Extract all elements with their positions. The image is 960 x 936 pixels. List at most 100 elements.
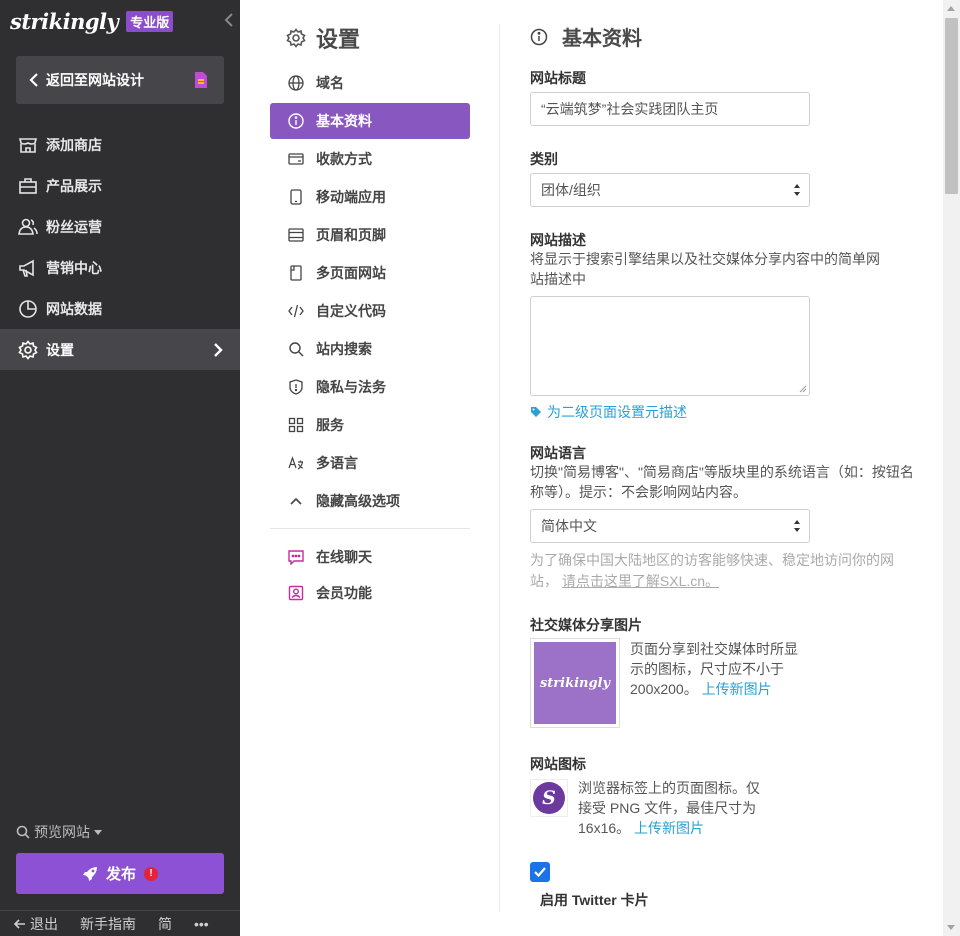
pages-icon bbox=[290, 265, 302, 281]
menu-item-label: 服务 bbox=[316, 417, 344, 433]
logout-label: 退出 bbox=[30, 915, 58, 932]
favicon-help: 浏览器标签上的页面图标。仅接受 PNG 文件，最佳尺寸为 16x16。 上传新图… bbox=[578, 778, 763, 838]
more-menu-button[interactable]: ••• bbox=[194, 916, 209, 932]
sxl-link[interactable]: 请点击这里了解SXL.cn。 bbox=[562, 573, 719, 589]
select-arrows-icon bbox=[794, 184, 800, 196]
column-divider bbox=[499, 24, 500, 912]
publish-button[interactable]: 发布 ! bbox=[16, 853, 224, 894]
menu-item-label: 移动端应用 bbox=[316, 189, 386, 205]
scrollbar-thumb[interactable] bbox=[945, 18, 958, 194]
language-select[interactable]: 简体中文 bbox=[530, 509, 810, 543]
menu-item-mobile-app[interactable]: 移动端应用 bbox=[270, 178, 470, 216]
translate-icon bbox=[288, 456, 304, 470]
sidebar-item-analytics[interactable]: 网站数据 bbox=[0, 288, 240, 329]
checkmark-icon bbox=[534, 867, 546, 878]
sidebar-item-marketing[interactable]: 营销中心 bbox=[0, 247, 240, 288]
scroll-down-icon[interactable] bbox=[947, 925, 955, 930]
wallet-icon bbox=[288, 153, 304, 165]
menu-item-label: 多语言 bbox=[316, 455, 358, 471]
menu-item-label: 收款方式 bbox=[316, 151, 372, 167]
chevron-up-icon bbox=[290, 497, 302, 505]
info-icon bbox=[530, 28, 548, 45]
rocket-icon bbox=[82, 866, 97, 881]
menu-item-services[interactable]: 服务 bbox=[270, 406, 470, 444]
favicon-upload-link[interactable]: 上传新图片 bbox=[634, 820, 704, 836]
twitter-card-checkbox[interactable] bbox=[530, 862, 550, 882]
menu-item-hide-advanced[interactable]: 隐藏高级选项 bbox=[270, 482, 470, 520]
gear-icon bbox=[18, 339, 38, 360]
menu-item-membership[interactable]: 会员功能 bbox=[270, 575, 470, 611]
strikingly-logo[interactable]: strikingly bbox=[10, 9, 119, 34]
scroll-up-icon[interactable] bbox=[947, 6, 955, 11]
page-scrollbar[interactable] bbox=[943, 0, 960, 936]
sidebar-footer: 退出 新手指南 简 ••• bbox=[0, 910, 240, 936]
language-value: 简体中文 bbox=[541, 518, 597, 534]
menu-item-label: 站内搜索 bbox=[316, 341, 372, 357]
sidebar-item-settings[interactable]: 设置 bbox=[0, 329, 240, 370]
site-title-value: “云端筑梦”社会实践团队主页 bbox=[541, 101, 719, 117]
sidebar-item-label: 网站数据 bbox=[46, 300, 102, 317]
subpage-meta-link[interactable]: 为二级页面设置元描述 bbox=[530, 402, 687, 422]
menu-item-custom-code[interactable]: 自定义代码 bbox=[270, 292, 470, 330]
menu-divider bbox=[270, 528, 470, 529]
category-value: 团体/组织 bbox=[541, 182, 601, 198]
menu-item-header-footer[interactable]: 页眉和页脚 bbox=[270, 216, 470, 254]
logout-link[interactable]: 退出 bbox=[14, 914, 58, 934]
site-title-input[interactable]: “云端筑梦”社会实践团队主页 bbox=[530, 92, 810, 126]
menu-item-live-chat[interactable]: 在线聊天 bbox=[270, 539, 470, 575]
description-label: 网站描述 bbox=[530, 232, 586, 248]
chevron-right-icon bbox=[214, 342, 223, 357]
guide-link[interactable]: 新手指南 bbox=[80, 914, 136, 934]
users-icon bbox=[18, 218, 38, 235]
grid-icon bbox=[288, 417, 304, 433]
collapse-sidebar-icon[interactable] bbox=[222, 12, 236, 28]
preview-site-label: 预览网站 bbox=[34, 824, 90, 840]
menu-item-label: 自定义代码 bbox=[316, 303, 386, 319]
megaphone-icon bbox=[19, 259, 34, 277]
back-to-design-button[interactable]: 返回至网站设计 bbox=[16, 56, 224, 104]
gear-icon bbox=[286, 28, 306, 48]
select-arrows-icon bbox=[794, 520, 800, 532]
preview-site-dropdown[interactable]: 预览网站 bbox=[16, 822, 102, 842]
menu-item-label: 域名 bbox=[316, 75, 344, 91]
favicon-label: 网站图标 bbox=[530, 756, 586, 772]
menu-item-payment[interactable]: 收款方式 bbox=[270, 140, 470, 178]
tag-icon bbox=[531, 407, 541, 417]
menu-item-label: 隐藏高级选项 bbox=[316, 493, 400, 509]
sidebar-item-products[interactable]: 产品展示 bbox=[0, 165, 240, 206]
language-label: 网站语言 bbox=[530, 445, 586, 461]
menu-item-site-search[interactable]: 站内搜索 bbox=[270, 330, 470, 368]
category-select[interactable]: 团体/组织 bbox=[530, 173, 810, 207]
document-icon bbox=[195, 72, 207, 88]
publish-label: 发布 bbox=[105, 866, 136, 883]
social-upload-link[interactable]: 上传新图片 bbox=[702, 681, 772, 697]
sidebar-item-label: 粉丝运营 bbox=[46, 218, 102, 235]
site-title-label: 网站标题 bbox=[530, 70, 586, 86]
menu-item-label: 多页面网站 bbox=[316, 265, 386, 281]
shield-icon bbox=[289, 379, 303, 395]
social-image-thumbnail[interactable]: strikingly bbox=[530, 638, 620, 728]
sidebar-item-store[interactable]: 添加商店 bbox=[0, 124, 240, 165]
menu-item-domain[interactable]: 域名 bbox=[270, 64, 470, 102]
search-icon bbox=[289, 342, 304, 357]
code-icon bbox=[288, 304, 304, 318]
page-title: 基本资料 bbox=[562, 28, 642, 50]
menu-item-basic-info[interactable]: 基本资料 bbox=[270, 103, 470, 139]
menu-item-privacy-legal[interactable]: 隐私与法务 bbox=[270, 368, 470, 406]
description-help: 将显示于搜索引擎结果以及社交媒体分享内容中的简单网站描述中 bbox=[530, 251, 880, 287]
settings-menu: 域名 基本资料 收款方式 移动端应用 页眉和页脚 多页面网站 自定义代码 站内搜… bbox=[270, 64, 470, 611]
description-textarea[interactable] bbox=[530, 296, 810, 396]
menu-item-multilanguage[interactable]: 多语言 bbox=[270, 444, 470, 482]
sidebar-item-fans[interactable]: 粉丝运营 bbox=[0, 206, 240, 247]
resize-grip-icon[interactable] bbox=[799, 385, 807, 393]
app-sidebar: strikingly 专业版 返回至网站设计 添加商店 产品展示 粉丝运营 营销… bbox=[0, 0, 240, 936]
settings-title: 设置 bbox=[316, 27, 361, 52]
sidebar-item-label: 添加商店 bbox=[46, 136, 102, 153]
search-icon bbox=[16, 825, 30, 839]
menu-item-multipage[interactable]: 多页面网站 bbox=[270, 254, 470, 292]
language-toggle[interactable]: 简 bbox=[158, 914, 172, 934]
sidebar-item-label: 产品展示 bbox=[46, 177, 102, 194]
favicon-preview[interactable]: S bbox=[530, 779, 568, 817]
menu-item-label: 在线聊天 bbox=[316, 549, 372, 565]
sidebar-nav: 添加商店 产品展示 粉丝运营 营销中心 网站数据 设置 bbox=[0, 124, 240, 370]
